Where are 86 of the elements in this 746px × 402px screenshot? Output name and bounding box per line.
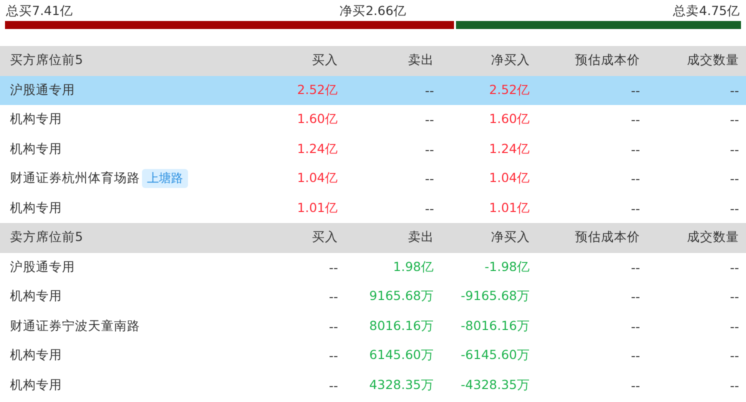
table-row[interactable]: 机构专用 1.60亿 -- 1.60亿 -- -- [0, 105, 746, 134]
seat-tag: 上塘路 [142, 169, 188, 188]
column-header: 预估成本价 [574, 52, 640, 70]
table-cell-text: 2.52亿 [296, 82, 338, 99]
seat-name: 机构专用 [10, 140, 62, 158]
seat-name: 财通证券杭州体育场路 [10, 170, 140, 188]
column-header: 买入 [311, 52, 338, 70]
table-cell-text: 1.04亿 [296, 170, 338, 188]
table-cell-text: -- [630, 200, 640, 216]
table-row[interactable]: 机构专用 -- 4328.35万 -4328.35万 -- -- [0, 370, 746, 400]
net-buy: 净买2.66亿 [340, 2, 406, 20]
table-cell-text: -- [328, 260, 338, 275]
table-cell-text: 1.60亿 [296, 111, 338, 128]
table-cell-text: -- [728, 142, 739, 157]
table-cell-text: -- [630, 318, 640, 334]
selected-row[interactable]: 沪股通专用 2.52亿 -- 2.52亿 -- -- [0, 76, 746, 105]
table-cell-text: -8016.16万 [460, 318, 530, 335]
table-row[interactable]: 机构专用 1.01亿 -- 1.01亿 -- -- [0, 194, 746, 223]
table-cell-text: -1.98亿 [484, 258, 530, 276]
seat-name: 机构专用 [10, 347, 62, 364]
table-row[interactable]: 财通证券宁波天童南路 -- 8016.16万 -8016.16万 -- -- [0, 312, 746, 341]
table-cell-text: 6145.60万 [368, 347, 434, 364]
seat-name: 机构专用 [10, 376, 62, 394]
table-cell-text: -- [328, 318, 338, 334]
table-cell-text: -6145.60万 [460, 347, 530, 364]
table-row[interactable]: 财通证券杭州体育场路 上塘路 1.04亿 -- 1.04亿 -- -- [0, 164, 746, 194]
table-cell-text: -- [630, 289, 640, 304]
table-cell-text: 9165.68万 [368, 288, 434, 306]
table-cell-text: 1.01亿 [488, 200, 530, 217]
table-cell-text: -- [630, 260, 640, 275]
section-title: 卖方席位前5 [9, 229, 84, 246]
table-cell-text: -- [630, 378, 640, 393]
column-header: 卖出 [407, 52, 434, 70]
table-cell-text: -- [424, 82, 434, 98]
column-header: 买入 [311, 229, 338, 246]
table-cell-text: 1.01亿 [296, 200, 338, 217]
table-cell-text: -- [728, 318, 739, 334]
seat-name: 机构专用 [10, 288, 62, 306]
table-cell-text: 8016.16万 [368, 318, 434, 335]
table-cell-text: -- [728, 82, 739, 98]
table-cell-text: -- [728, 171, 739, 186]
table-cell-text: 1.24亿 [296, 140, 338, 158]
table-cell-text: -- [728, 348, 739, 364]
total-buy: 总买7.41亿 [6, 2, 73, 20]
table-cell-text: -- [728, 289, 739, 304]
table-cell-text: -- [630, 142, 640, 157]
table-cell-text: 1.60亿 [488, 111, 530, 128]
table-row[interactable]: 机构专用 -- 6145.60万 -6145.60万 -- -- [0, 341, 746, 370]
table-cell-text: -9165.68万 [460, 288, 530, 306]
column-header: 净买入 [490, 229, 530, 246]
table-cell-text: -- [328, 289, 338, 304]
table-cell-text: -- [328, 378, 338, 393]
table-cell-text: 1.04亿 [488, 170, 530, 188]
column-header: 成交数量 [686, 52, 739, 70]
seat-name: 机构专用 [10, 111, 62, 128]
table-cell-text: -- [728, 378, 739, 393]
table-cell-text: -- [728, 200, 739, 216]
table-cell-text: 1.98亿 [392, 258, 434, 276]
table-cell-text: 1.24亿 [488, 140, 530, 158]
column-header: 成交数量 [686, 229, 739, 246]
column-header: 预估成本价 [574, 229, 640, 246]
seat-name: 沪股通专用 [10, 82, 75, 99]
table-cell-text: -4328.35万 [460, 376, 530, 394]
table-cell-text: -- [424, 200, 434, 216]
table-cell-text: -- [424, 171, 434, 186]
table-cell-text: -- [328, 348, 338, 364]
table-cell-text: 2.52亿 [488, 82, 530, 99]
table-row[interactable]: 机构专用 1.24亿 -- 1.24亿 -- -- [0, 134, 746, 164]
table-cell-text: 4328.35万 [368, 376, 434, 394]
table-cell-text: -- [728, 112, 739, 128]
table-row[interactable]: 沪股通专用 -- 1.98亿 -1.98亿 -- -- [0, 252, 746, 282]
table-row[interactable]: 机构专用 -- 9165.68万 -9165.68万 -- -- [0, 282, 746, 312]
seat-name: 沪股通专用 [10, 258, 75, 276]
column-header: 卖出 [407, 229, 434, 246]
column-header: 净买入 [490, 52, 530, 70]
table-cell-text: -- [424, 142, 434, 157]
table-cell-text: -- [630, 112, 640, 128]
section-title: 买方席位前5 [9, 52, 84, 70]
table-cell-text: -- [424, 112, 434, 128]
table-cell-text: -- [630, 348, 640, 364]
total-sell: 总卖4.75亿 [673, 2, 740, 20]
table-cell-text: -- [728, 260, 739, 275]
seat-name: 财通证券宁波天童南路 [10, 318, 140, 335]
table-cell-text: -- [630, 171, 640, 186]
seat-name: 机构专用 [10, 200, 62, 217]
table-cell-text: -- [630, 82, 640, 98]
